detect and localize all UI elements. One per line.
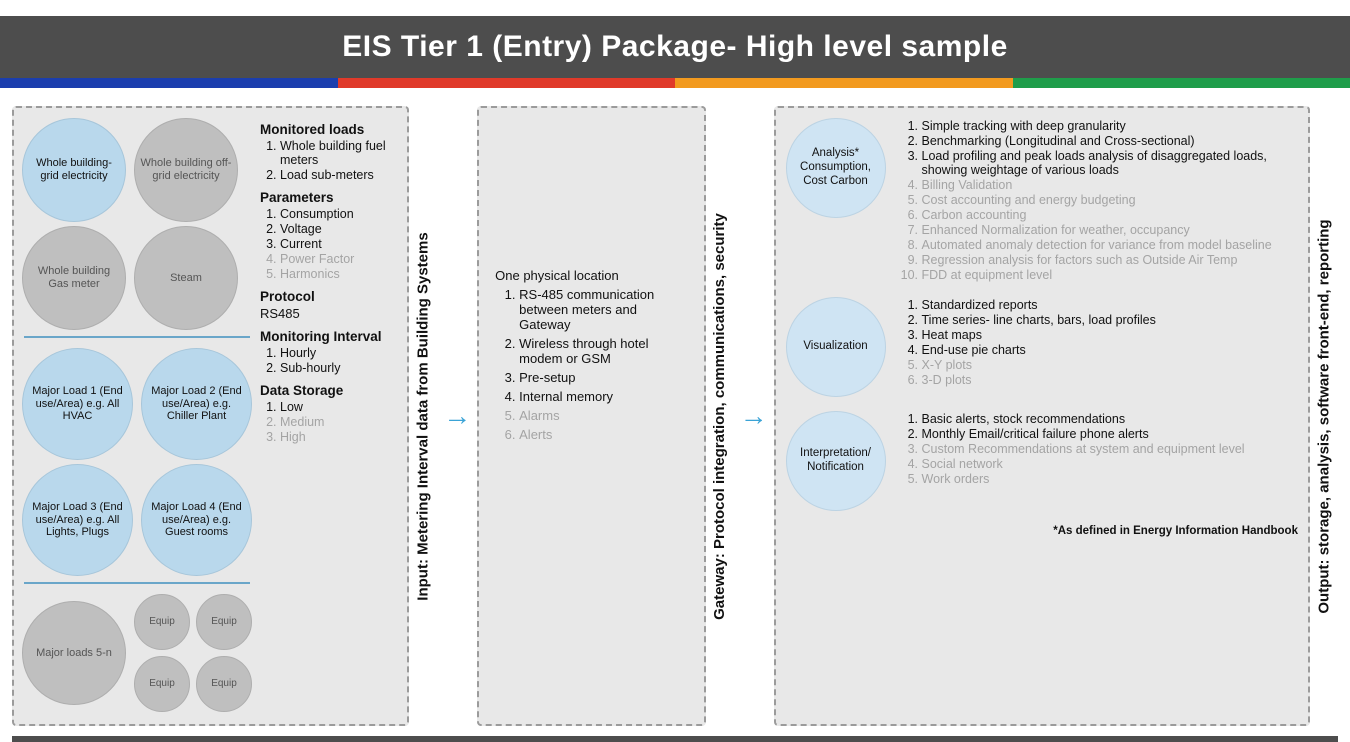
list-item: Internal memory [519, 389, 690, 404]
list-item: Wireless through hotel modem or GSM [519, 336, 690, 366]
bubble: Major Load 3 (End use/Area) e.g. All Lig… [22, 464, 133, 576]
input-vlabel: Input: Metering Interval data from Build… [409, 106, 437, 726]
equip-bubble: Equip [134, 656, 190, 712]
list-item: Benchmarking (Longitudinal and Cross-sec… [922, 134, 1298, 148]
list-item: Consumption [280, 207, 397, 221]
list-item: Alerts [519, 427, 690, 442]
list-item: End-use pie charts [922, 343, 1156, 357]
input-panel: Whole building- grid electricityWhole bu… [12, 106, 409, 726]
bubble: Major loads 5-n [22, 601, 126, 705]
list-item: Pre-setup [519, 370, 690, 385]
arrow-icon: → [734, 106, 774, 726]
bubble: Major Load 4 (End use/Area) e.g. Guest r… [141, 464, 252, 576]
output-row: Visualization Standardized reportsTime se… [786, 297, 1298, 397]
output-row: Analysis* Consumption, Cost Carbon Simple… [786, 118, 1298, 283]
list-item: Load sub-meters [280, 168, 397, 182]
output-bubble: Interpretation/ Notification [786, 411, 886, 511]
page-title: EIS Tier 1 (Entry) Package- High level s… [0, 16, 1350, 78]
list-item: Regression analysis for factors such as … [922, 253, 1298, 267]
parameters-heading: Parameters [260, 190, 397, 205]
list-item: Medium [280, 415, 397, 429]
protocol-heading: Protocol [260, 289, 397, 304]
list-item: Power Factor [280, 252, 397, 266]
equip-bubble: Equip [196, 594, 252, 650]
list-item: Enhanced Normalization for weather, occu… [922, 223, 1298, 237]
list-item: Standardized reports [922, 298, 1156, 312]
list-item: Sub-hourly [280, 361, 397, 375]
list-item: High [280, 430, 397, 444]
monitored-heading: Monitored loads [260, 122, 397, 137]
list-item: X-Y plots [922, 358, 1156, 372]
list-item: Work orders [922, 472, 1245, 486]
arrow-icon: → [437, 106, 477, 726]
list-item: Voltage [280, 222, 397, 236]
output-bubble: Analysis* Consumption, Cost Carbon [786, 118, 886, 218]
list-item: Monthly Email/critical failure phone ale… [922, 427, 1245, 441]
input-bubbles: Whole building- grid electricityWhole bu… [22, 118, 252, 716]
list-item: Alarms [519, 408, 690, 423]
list-item: FDD at equipment level [922, 268, 1298, 282]
list-item: Hourly [280, 346, 397, 360]
list-item: Time series- line charts, bars, load pro… [922, 313, 1156, 327]
footer-bar [12, 736, 1338, 742]
list-item: Social network [922, 457, 1245, 471]
list-item: Whole building fuel meters [280, 139, 397, 167]
equip-bubble: Equip [196, 656, 252, 712]
bubble: Whole building Gas meter [22, 226, 126, 330]
output-vlabel: Output: storage, analysis, software fron… [1310, 106, 1338, 726]
list-item: Custom Recommendations at system and equ… [922, 442, 1245, 456]
list-item: Billing Validation [922, 178, 1298, 192]
output-footnote: *As defined in Energy Information Handbo… [786, 525, 1298, 537]
list-item: Simple tracking with deep granularity [922, 119, 1298, 133]
diagram-stage: Whole building- grid electricityWhole bu… [0, 88, 1350, 734]
equip-bubble: Equip [134, 594, 190, 650]
output-row: Interpretation/ Notification Basic alerts… [786, 411, 1298, 511]
bubble: Whole building- grid electricity [22, 118, 126, 222]
list-item: Harmonics [280, 267, 397, 281]
bubble: Major Load 1 (End use/Area) e.g. All HVA… [22, 348, 133, 460]
list-item: Current [280, 237, 397, 251]
list-item: Heat maps [922, 328, 1156, 342]
list-item: Automated anomaly detection for variance… [922, 238, 1298, 252]
list-item: Cost accounting and energy budgeting [922, 193, 1298, 207]
interval-heading: Monitoring Interval [260, 329, 397, 344]
list-item: Load profiling and peak loads analysis o… [922, 149, 1298, 177]
gateway-vlabel: Gateway: Protocol integration, communica… [706, 106, 734, 726]
bubble: Steam [134, 226, 238, 330]
list-item: Basic alerts, stock recommendations [922, 412, 1245, 426]
storage-heading: Data Storage [260, 383, 397, 398]
bubble: Whole building off-grid electricity [134, 118, 238, 222]
bubble: Major Load 2 (End use/Area) e.g. Chiller… [141, 348, 252, 460]
list-item: 3-D plots [922, 373, 1156, 387]
list-item: Low [280, 400, 397, 414]
gateway-panel: One physical location RS-485 communicati… [477, 106, 706, 726]
output-bubble: Visualization [786, 297, 886, 397]
input-spec: Monitored loads Whole building fuel mete… [252, 118, 397, 716]
list-item: Carbon accounting [922, 208, 1298, 222]
output-panel: Analysis* Consumption, Cost Carbon Simple… [774, 106, 1310, 726]
gateway-lead: One physical location [495, 268, 690, 283]
color-stripe [0, 78, 1350, 88]
list-item: RS-485 communication between meters and … [519, 287, 690, 332]
protocol-value: RS485 [260, 306, 397, 321]
